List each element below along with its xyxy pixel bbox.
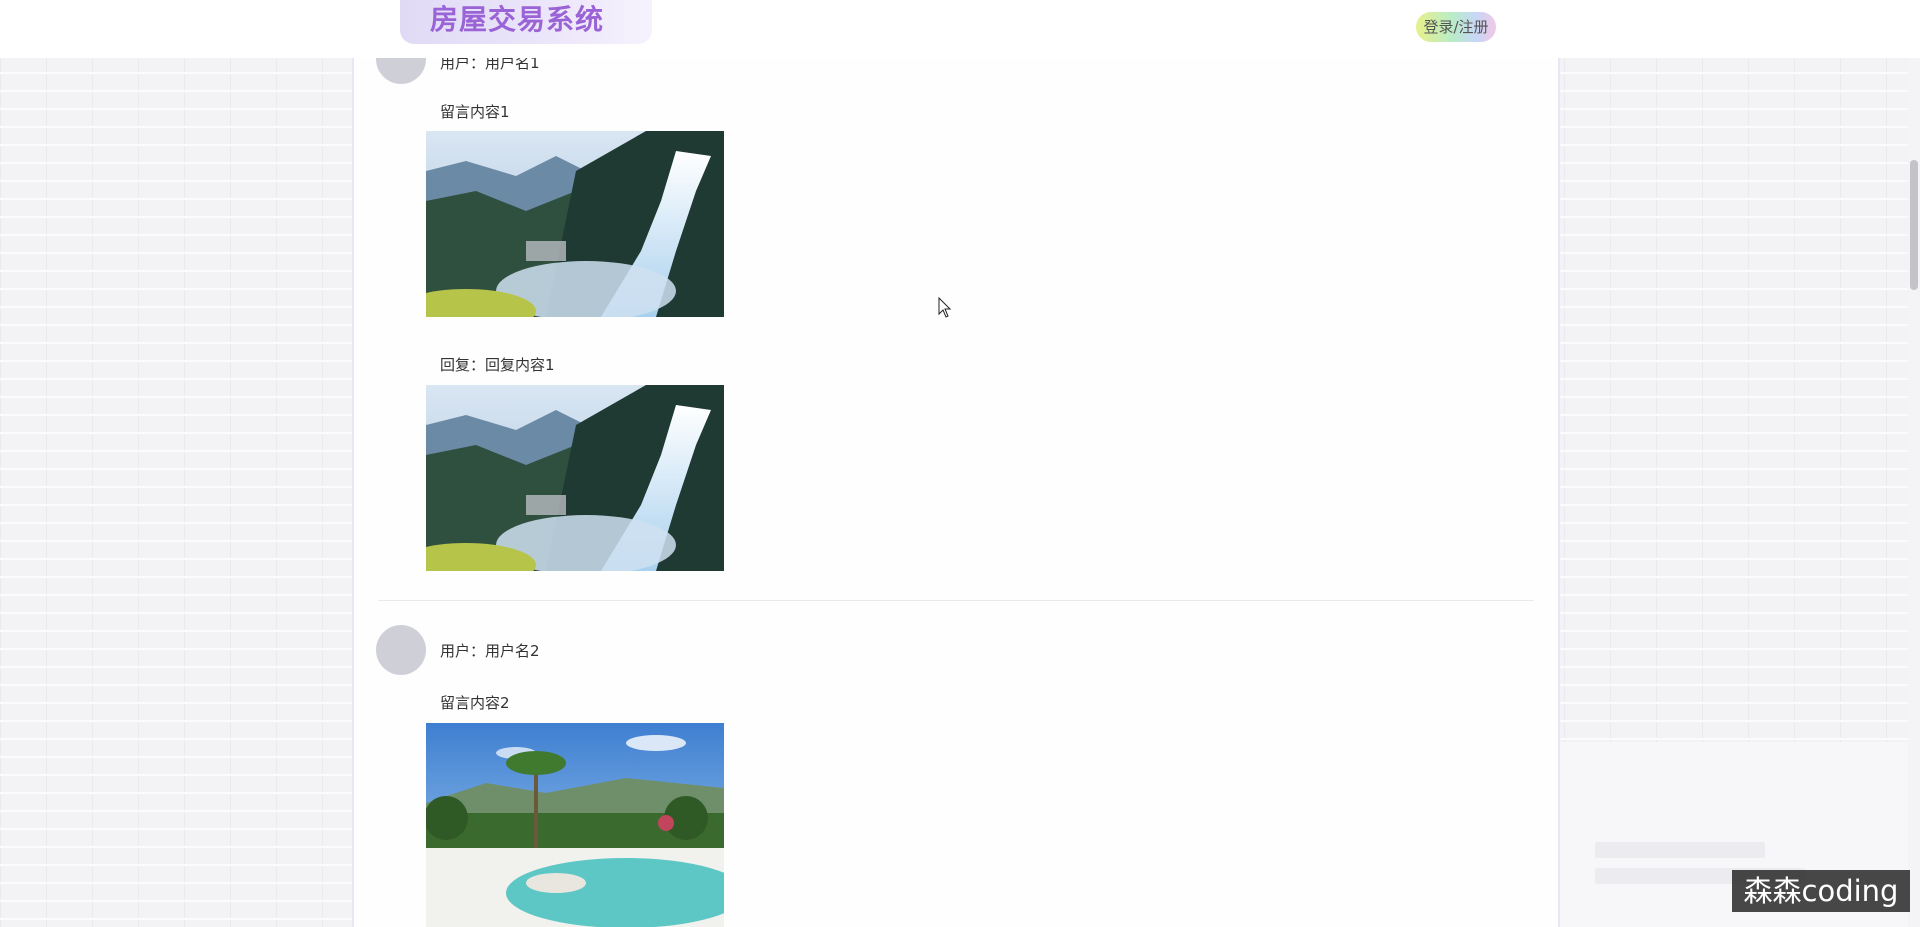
scrollbar-thumb[interactable]: [1910, 160, 1918, 290]
page-scrollbar[interactable]: [1908, 58, 1920, 927]
logo-text: 房屋交易系统: [430, 3, 605, 36]
waterfall-photo[interactable]: [426, 385, 724, 571]
message-username: 用户：用户名1: [440, 58, 540, 72]
login-register-button[interactable]: 登录/注册: [1416, 12, 1496, 42]
message-username: 用户：用户名2: [440, 642, 540, 660]
message-content: 留言内容1: [440, 103, 510, 121]
faint-text-block: [1595, 842, 1765, 858]
watermark: 森森coding: [1732, 870, 1910, 912]
waterfall-image: [426, 131, 724, 317]
avatar: [376, 625, 426, 675]
message-content: 留言内容2: [440, 694, 510, 712]
message-divider: [378, 600, 1534, 601]
top-header: 房屋交易系统 登录/注册: [0, 0, 1920, 58]
avatar: [376, 58, 426, 84]
waterfall-image: [426, 385, 724, 571]
message-board: 用户：用户名1 留言内容1 回复：回复内容1 用户：用户名2 留言内容2: [352, 58, 1560, 927]
mouse-cursor-icon: [938, 297, 952, 318]
reply-content: 回复：回复内容1: [440, 356, 555, 374]
waterfall-photo[interactable]: [426, 131, 724, 317]
site-logo[interactable]: 房屋交易系统: [400, 0, 652, 44]
tropical-pool-photo[interactable]: [426, 723, 724, 927]
pool-image: [426, 723, 724, 927]
right-background-panel: [1556, 58, 1920, 742]
